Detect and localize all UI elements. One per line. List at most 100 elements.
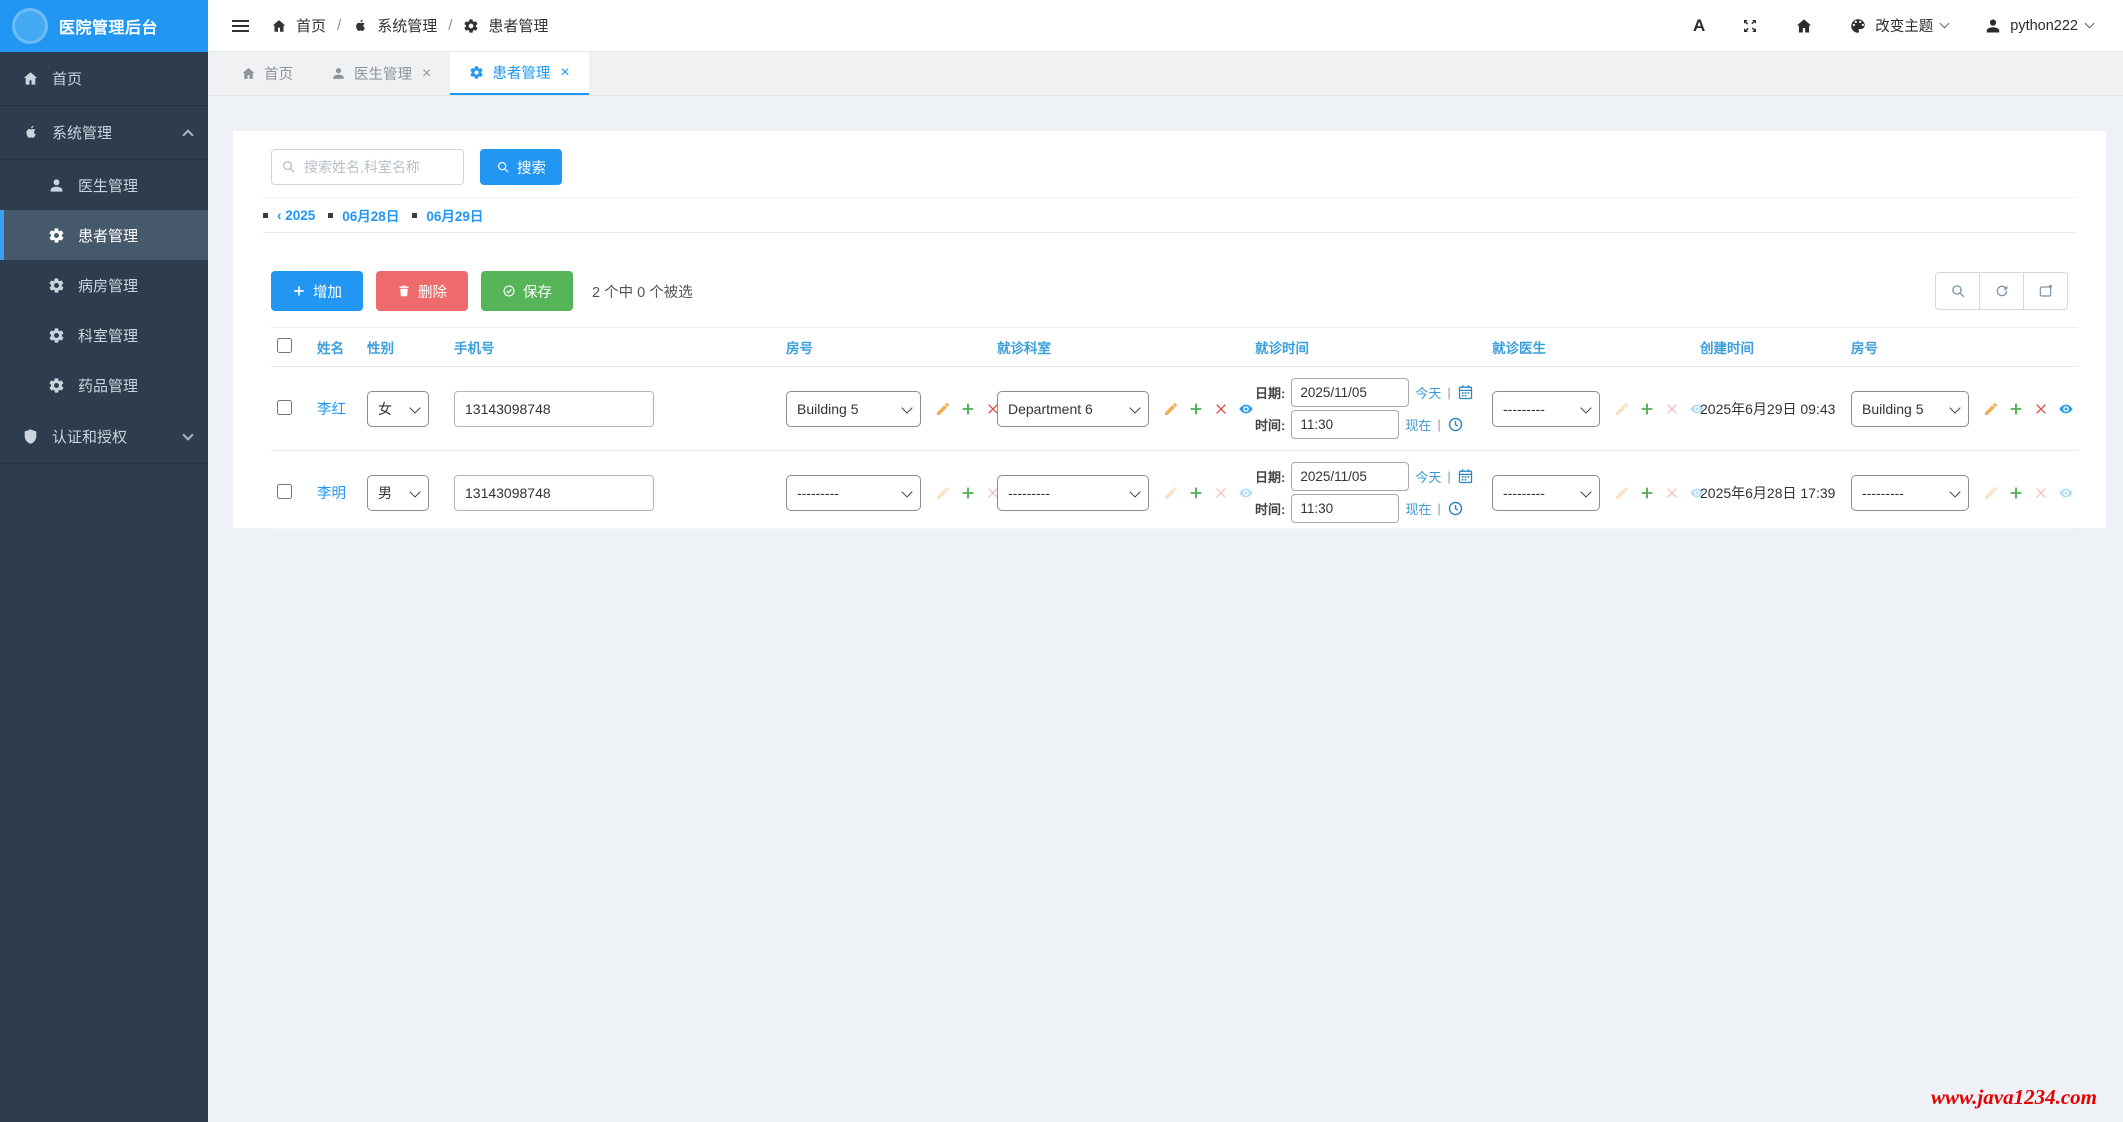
column-header-room[interactable]: 房号 [780,328,991,367]
remove-icon[interactable] [2033,401,2049,417]
tab-home[interactable]: 首页 [222,52,312,95]
department-select[interactable]: --------- [997,475,1149,511]
view-icon[interactable] [2058,401,2074,417]
breadcrumb-system[interactable]: 系统管理 [377,15,437,36]
room-select[interactable]: Building 5 [786,391,921,427]
doctor-select[interactable]: --------- [1492,391,1600,427]
view-icon[interactable] [1238,401,1254,417]
hamburger-menu-icon[interactable] [230,16,251,36]
column-header-doctor[interactable]: 就诊医生 [1486,328,1694,367]
visit-time-input[interactable] [1291,410,1399,439]
gender-select[interactable]: 男 [367,475,429,511]
toggle-view-button[interactable] [2023,272,2068,310]
now-link[interactable]: 现在 [1405,499,1431,518]
visit-date-line: 日期: 今天 | [1255,462,1480,491]
add-icon[interactable] [960,485,976,501]
sidebar-item-patient[interactable]: 患者管理 [0,210,208,260]
department-select-control[interactable]: Department 6 [997,391,1149,427]
year-filter-link[interactable]: ‹ 2025 [277,208,315,223]
now-link[interactable]: 现在 [1405,415,1431,434]
row-checkbox[interactable] [277,484,292,499]
add-icon[interactable] [1639,485,1655,501]
refresh-button[interactable] [1979,272,2024,310]
search-button[interactable]: 搜索 [480,149,562,185]
add-icon[interactable] [1639,401,1655,417]
doctor-select-control[interactable]: --------- [1492,391,1600,427]
font-size-button[interactable]: A [1693,16,1705,36]
today-link[interactable]: 今天 [1415,467,1441,486]
column-header-gender[interactable]: 性别 [361,328,448,367]
patient-name-link[interactable]: 李红 [317,402,346,418]
toggle-search-button[interactable] [1935,272,1980,310]
remove-icon[interactable] [1213,401,1229,417]
phone-input[interactable] [454,391,654,427]
select-all-checkbox[interactable] [277,338,292,353]
fullscreen-icon[interactable] [1741,17,1759,35]
column-header-created[interactable]: 创建时间 [1694,328,1845,367]
gender-select[interactable]: 女 [367,391,429,427]
room2-select-control[interactable]: --------- [1851,475,1969,511]
room2-select[interactable]: Building 5 [1851,391,1969,427]
visit-time-input[interactable] [1291,494,1399,523]
calendar-icon[interactable] [1457,468,1474,485]
sidebar-item-auth[interactable]: 认证和授权 [0,410,208,464]
room2-select-control[interactable]: Building 5 [1851,391,1969,427]
today-link[interactable]: 今天 [1415,383,1441,402]
room-select-control[interactable]: --------- [786,475,921,511]
add-icon[interactable] [2008,485,2024,501]
user-dropdown[interactable]: python222 [1984,17,2093,35]
doctor-select-control[interactable]: --------- [1492,475,1600,511]
date-filter-link[interactable]: 06月29日 [426,205,483,225]
sidebar-item-doctor[interactable]: 医生管理 [0,160,208,210]
column-header-visit-time[interactable]: 就诊时间 [1249,328,1486,367]
date-filter-link[interactable]: 06月28日 [342,205,399,225]
clock-icon[interactable] [1447,500,1464,517]
theme-dropdown[interactable]: 改变主题 [1849,15,1948,36]
department-select[interactable]: Department 6 [997,391,1149,427]
room-select-control[interactable]: Building 5 [786,391,921,427]
delete-button[interactable]: 删除 [376,271,468,311]
sidebar-item-drug[interactable]: 药品管理 [0,360,208,410]
add-button[interactable]: 增加 [271,271,363,311]
home-shortcut-icon[interactable] [1795,17,1813,35]
doctor-select[interactable]: --------- [1492,475,1600,511]
clock-icon[interactable] [1447,416,1464,433]
edit-icon[interactable] [1163,401,1179,417]
visit-date-input[interactable] [1291,378,1409,407]
add-icon[interactable] [960,401,976,417]
add-icon[interactable] [1188,401,1204,417]
patient-name-link[interactable]: 李明 [317,486,346,502]
tab-doctor[interactable]: 医生管理 [312,52,450,95]
edit-icon[interactable] [1983,401,1999,417]
add-icon[interactable] [2008,401,2024,417]
phone-input[interactable] [454,475,654,511]
column-header-department[interactable]: 就诊科室 [991,328,1249,367]
room2-select[interactable]: --------- [1851,475,1969,511]
row-checkbox[interactable] [277,400,292,415]
separator: | [1447,469,1450,484]
column-header-name[interactable]: 姓名 [311,328,361,367]
sidebar-item-system[interactable]: 系统管理 [0,106,208,160]
save-button[interactable]: 保存 [481,271,573,311]
tab-patient[interactable]: 患者管理 [450,52,588,95]
close-icon[interactable] [422,66,431,82]
column-header-room2[interactable]: 房号 [1845,328,2078,367]
gender-select-control[interactable]: 男 [367,475,429,511]
close-icon[interactable] [560,65,569,81]
room-select[interactable]: --------- [786,475,921,511]
sidebar-item-label: 患者管理 [78,225,138,246]
gender-select-control[interactable]: 女 [367,391,429,427]
search-input[interactable] [271,149,464,185]
calendar-icon[interactable] [1457,384,1474,401]
department-select-control[interactable]: --------- [997,475,1149,511]
breadcrumb-home[interactable]: 首页 [296,15,326,36]
add-icon[interactable] [1188,485,1204,501]
edit-icon[interactable] [935,401,951,417]
visit-date-line: 日期: 今天 | [1255,378,1480,407]
column-header-phone[interactable]: 手机号 [448,328,780,367]
sidebar-item-ward[interactable]: 病房管理 [0,260,208,310]
related-widget-actions [1163,401,1254,417]
sidebar-item-home[interactable]: 首页 [0,52,208,106]
sidebar-item-department[interactable]: 科室管理 [0,310,208,360]
visit-date-input[interactable] [1291,462,1409,491]
